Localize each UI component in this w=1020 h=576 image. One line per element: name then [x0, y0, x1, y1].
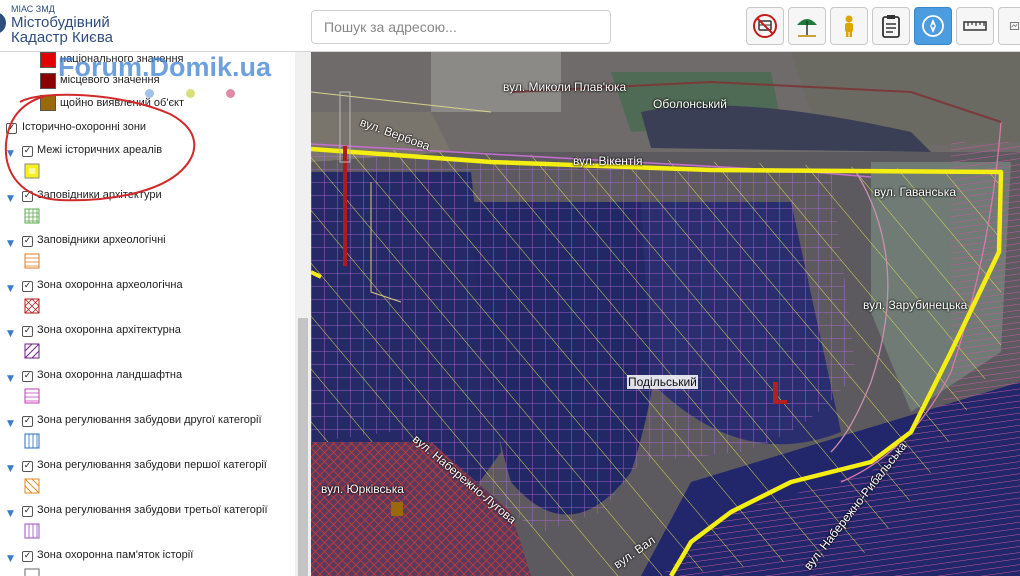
expand-caret-icon[interactable]: ▼: [7, 419, 14, 429]
layer-row[interactable]: ▼ ✓ Зона регулювання забудови першої катег…: [0, 459, 295, 504]
layer-checkbox[interactable]: ✓: [22, 236, 33, 247]
expand-caret-icon[interactable]: ▼: [7, 284, 14, 294]
layer-symbol-icon: [24, 523, 40, 539]
layer-label: Заповідники археологічні: [37, 234, 166, 246]
layer-row[interactable]: ▼ ✓ Межі історичних ареалів: [0, 144, 295, 189]
no-bus-button[interactable]: [746, 7, 784, 45]
expand-caret-icon[interactable]: ▼: [7, 329, 14, 339]
sidebar-scroll-thumb[interactable]: [298, 318, 308, 576]
navigation-button[interactable]: [914, 7, 952, 45]
expand-caret-icon[interactable]: ▼: [7, 374, 14, 384]
watermark-dot-pink: [226, 89, 235, 98]
logo-icon: [0, 12, 6, 34]
legend-swatch-local: [40, 73, 56, 89]
layer-row[interactable]: ▼ ✓ Заповідники археологічні: [0, 234, 295, 279]
expand-caret-icon[interactable]: ▼: [7, 194, 14, 204]
layer-label: Зона охоронна пам'яток історії: [37, 549, 194, 561]
layer-symbol-icon: [24, 163, 40, 179]
layer-symbol-icon: [24, 208, 40, 224]
district-label-podilskyi: Подільський: [627, 375, 698, 389]
layer-label: Зона регулювання забудови третьої катего…: [37, 504, 268, 516]
header-bar: МІАС ЗМД Містобудівний Кадастр Києва: [0, 0, 1020, 52]
layer-label: Заповідники архітектури: [37, 189, 162, 201]
layer-symbol-icon: [24, 388, 40, 404]
layer-symbol-icon: [24, 478, 40, 494]
map-frame-icon: [1009, 22, 1020, 30]
watermark-dot-yellow: [186, 89, 195, 98]
layer-symbol-icon: [24, 298, 40, 314]
layer-checkbox[interactable]: ✓: [22, 416, 33, 427]
layer-row[interactable]: ▼ ✓ Заповідники архітектури: [0, 189, 295, 234]
street-label-havanska: вул. Гаванська: [874, 185, 956, 199]
street-label-plavyuka: вул. Миколи Плав'юка: [503, 80, 627, 94]
layer-row[interactable]: ▼ ✓ Зона регулювання забудови третьої кате…: [0, 504, 295, 549]
app-root: МІАС ЗМД Містобудівний Кадастр Києва Пош…: [0, 0, 1020, 576]
expand-caret-icon[interactable]: ▼: [7, 239, 14, 249]
clipboard-icon: [882, 15, 900, 38]
layer-row[interactable]: ▼ ✓ Зона охоронна ландшафтна: [0, 369, 295, 414]
info-clipboard-button[interactable]: [872, 7, 910, 45]
brand-title-line2[interactable]: Кадастр Києва: [11, 30, 113, 46]
address-search-input[interactable]: [311, 10, 611, 44]
street-view-button[interactable]: [830, 7, 868, 45]
beach-button[interactable]: [788, 7, 826, 45]
layer-label: Зона охоронна археологічна: [37, 279, 183, 291]
street-label-vikentiya: вул. Вікентія: [573, 154, 643, 168]
legend-label-new: щойно виявлений об'єкт: [60, 97, 185, 109]
watermark-text: Forum.Domik.ua: [58, 52, 272, 82]
person-icon: [845, 15, 853, 37]
layer-row[interactable]: ▼ ✓ Зона охоронна пам'яток історії: [0, 549, 295, 576]
layer-symbol-icon: [24, 568, 40, 576]
expand-caret-icon[interactable]: ▼: [7, 149, 14, 159]
group-label: Історично-охоронні зони: [22, 121, 147, 133]
layer-symbol-icon: [24, 433, 40, 449]
layer-checkbox[interactable]: ✓: [22, 461, 33, 472]
layer-checkbox[interactable]: ✓: [22, 146, 33, 157]
group-checkbox[interactable]: ✓: [6, 123, 17, 134]
layer-label: Зона регулювання забудови першої категор…: [37, 459, 267, 471]
expand-caret-icon[interactable]: ▼: [7, 509, 14, 519]
layer-checkbox[interactable]: ✓: [22, 326, 33, 337]
legend-swatch-new: [40, 95, 56, 111]
layer-row[interactable]: ▼ ✓ Зона регулювання забудови другої катег…: [0, 414, 295, 459]
layer-checkbox[interactable]: ✓: [22, 281, 33, 292]
measure-button[interactable]: [956, 7, 994, 45]
compass-icon: [922, 15, 944, 37]
layer-checkbox[interactable]: ✓: [22, 506, 33, 517]
layer-checkbox[interactable]: ✓: [22, 191, 33, 202]
layer-label: Зона охоронна архітектурна: [37, 324, 181, 336]
legend-swatch-national: [40, 52, 56, 68]
layer-label: Зона охоронна ландшафтна: [37, 369, 183, 381]
ruler-icon: [963, 21, 987, 31]
expand-caret-icon[interactable]: ▼: [7, 464, 14, 474]
layer-symbol-icon: [24, 253, 40, 269]
layer-row[interactable]: ▼ ✓ Зона охоронна археологічна: [0, 279, 295, 324]
layer-symbol-icon: [24, 343, 40, 359]
no-bus-icon: [753, 14, 777, 38]
expand-caret-icon[interactable]: ▼: [7, 554, 14, 564]
layer-label: Зона регулювання забудови другої категор…: [37, 414, 262, 426]
street-label-yurkivska: вул. Юрківська: [321, 482, 404, 496]
district-label-obolonskyi: Оболонський: [653, 97, 727, 111]
layer-row[interactable]: ▼ ✓ Зона охоронна архітектурна: [0, 324, 295, 369]
layer-checkbox[interactable]: ✓: [22, 551, 33, 562]
layer-checkbox[interactable]: ✓: [22, 371, 33, 382]
beach-umbrella-icon: [797, 19, 817, 37]
layers-panel: національного значення місцевого значенн…: [0, 52, 311, 576]
street-label-zarubynetska: вул. Зарубинецька: [863, 298, 968, 312]
watermark-dot-blue: [145, 89, 154, 98]
map-canvas[interactable]: [311, 52, 1020, 576]
map-view[interactable]: вул. Миколи Плав'юка Оболонський вул. Ве…: [311, 52, 1020, 576]
layer-label: Межі історичних ареалів: [37, 144, 163, 156]
print-area-button[interactable]: [998, 7, 1020, 45]
brand-subtitle: МІАС ЗМД: [11, 4, 55, 14]
